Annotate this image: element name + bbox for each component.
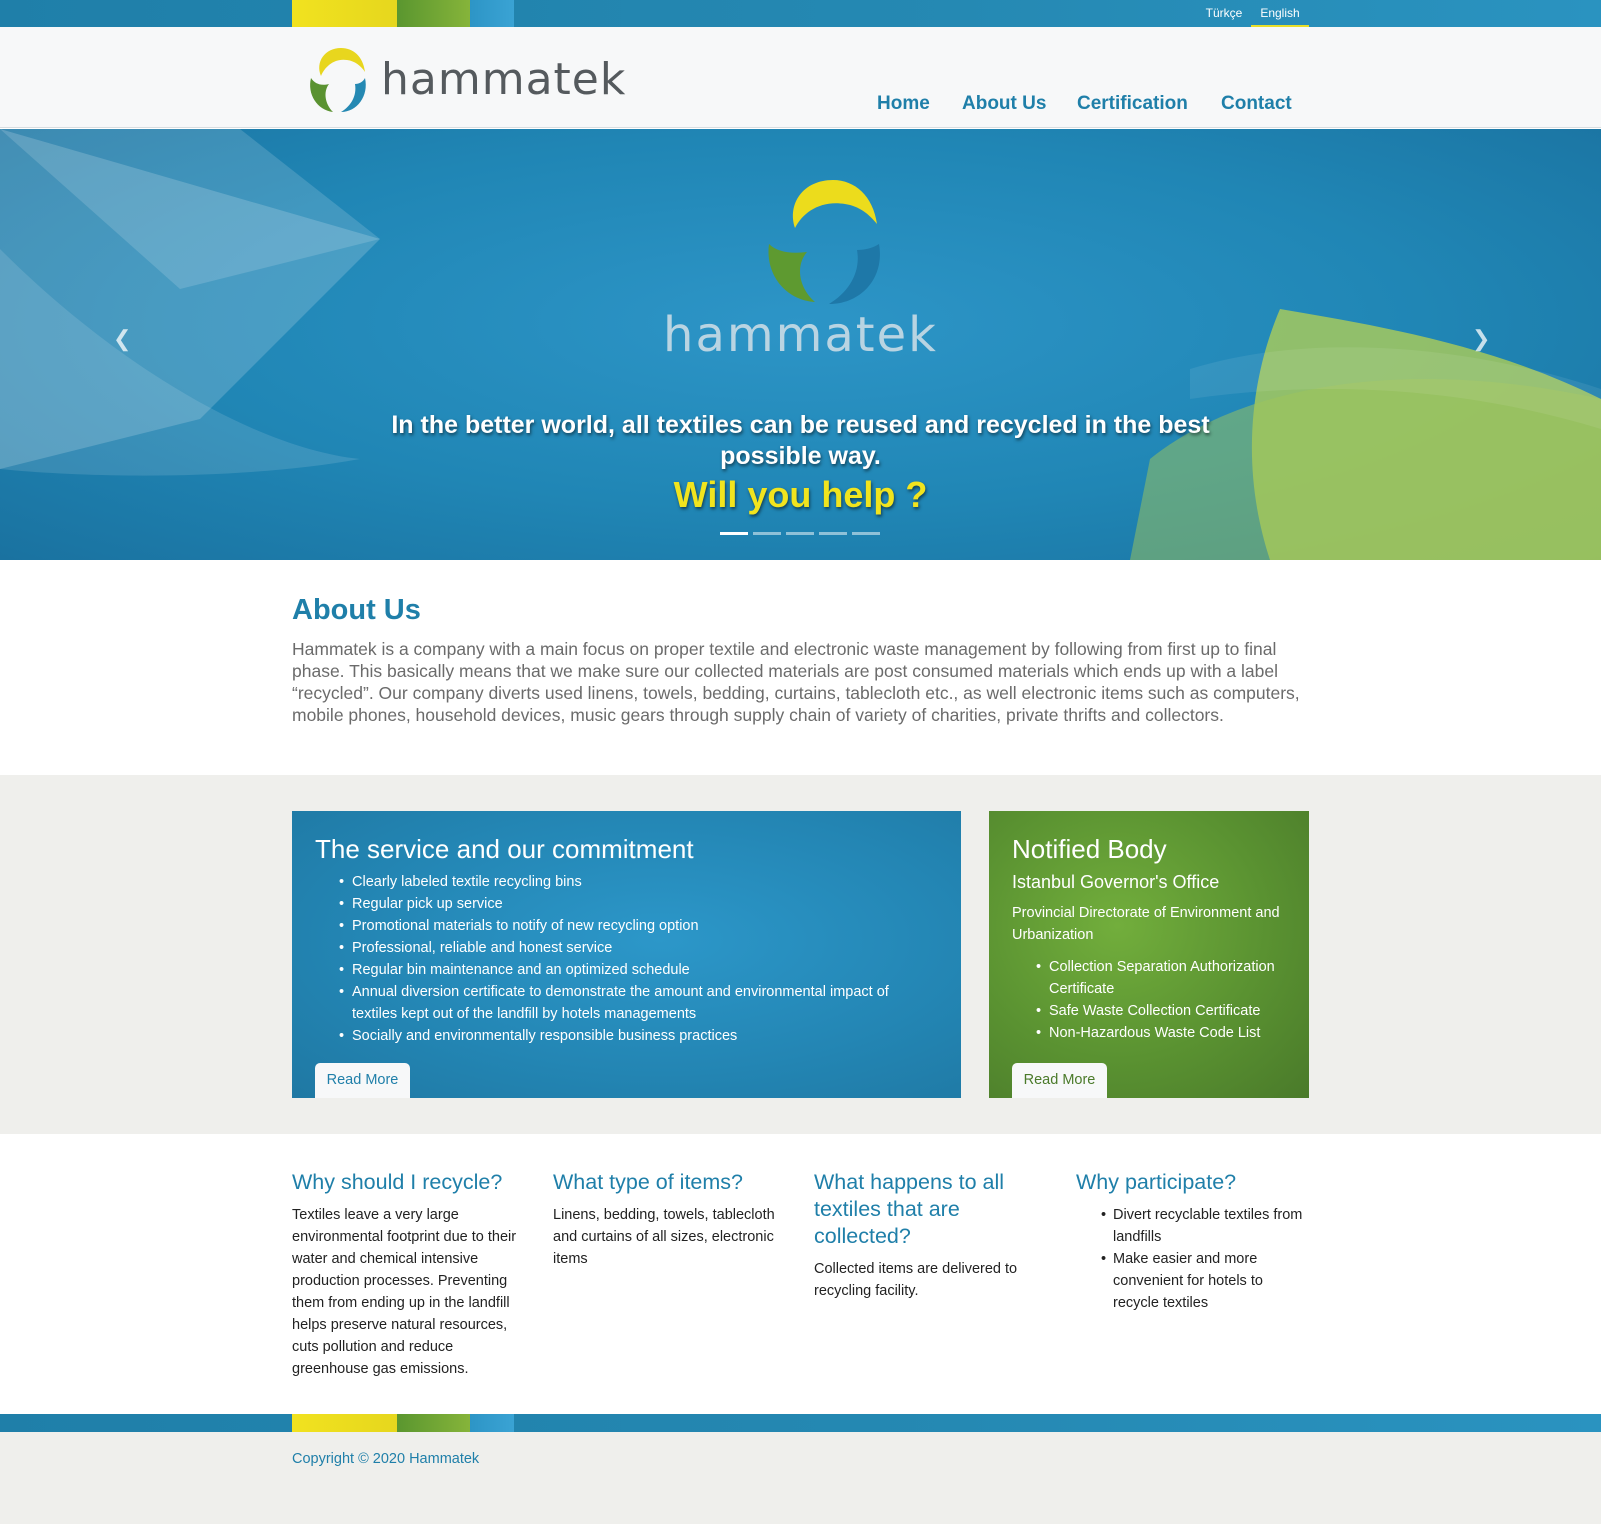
service-card-title: The service and our commitment — [315, 834, 694, 864]
site-logo[interactable]: hammatek — [303, 44, 625, 116]
list-item: Divert recyclable textiles from landfill… — [1101, 1204, 1308, 1248]
language-turkish-link[interactable]: Türkçe — [1196, 0, 1252, 27]
column-title: Why should I recycle? — [292, 1170, 503, 1194]
column-title: What happens to all textiles that are co… — [814, 1170, 1005, 1248]
hero-tagline: In the better world, all textiles can be… — [391, 411, 1210, 470]
column-title: What type of items? — [553, 1170, 743, 1194]
hero-swirl-logo-icon — [768, 180, 880, 304]
list-item: Promotional materials to notify of new r… — [339, 915, 912, 937]
column-list: Divert recyclable textiles from landfill… — [1076, 1204, 1308, 1314]
list-item: Annual diversion certificate to demonstr… — [339, 981, 912, 1025]
carousel-indicators — [720, 532, 880, 535]
yellow-stripe — [292, 0, 397, 27]
logo-text: hammatek — [381, 54, 627, 105]
nav-home[interactable]: Home — [877, 93, 930, 115]
list-item: Regular pick up service — [339, 893, 912, 915]
blue-stripe — [470, 0, 514, 27]
footer-bar — [0, 1414, 1601, 1432]
nav-about-us[interactable]: About Us — [962, 93, 1046, 115]
list-item: Professional, reliable and honest servic… — [339, 937, 912, 959]
info-column-why-recycle: Why should I recycle? Textiles leave a v… — [292, 1169, 524, 1380]
info-column-item-types: What type of items? Linens, bedding, tow… — [553, 1169, 785, 1270]
notified-body-card: Notified Body Istanbul Governor's Office… — [989, 811, 1309, 1098]
chevron-right-icon[interactable]: ❯ — [1472, 326, 1490, 352]
blue-stripe — [470, 1414, 514, 1432]
copyright-text: Copyright © 2020 Hammatek — [292, 1451, 480, 1467]
top-bar: Türkçe English — [0, 0, 1601, 27]
list-item: Safe Waste Collection Certificate — [1036, 1000, 1299, 1022]
info-column-why-participate: Why participate? Divert recyclable texti… — [1076, 1169, 1308, 1314]
notified-body-title: Notified Body — [1012, 834, 1167, 864]
hero-brand-text: hammatek — [663, 307, 938, 363]
carousel-dot[interactable] — [819, 532, 847, 535]
service-list: Clearly labeled textile recycling bins R… — [339, 871, 912, 1047]
hero-cta: Will you help ? — [673, 474, 928, 515]
carousel-dot[interactable] — [753, 532, 781, 535]
site-header: hammatek Home About Us Certification Con… — [0, 27, 1601, 128]
list-item: Collection Separation Authorization Cert… — [1036, 956, 1299, 1000]
site-footer: Copyright © 2020 Hammatek — [0, 1432, 1601, 1524]
list-item: Socially and environmentally responsible… — [339, 1025, 912, 1047]
column-title: Why participate? — [1076, 1170, 1237, 1194]
green-stripe — [397, 0, 470, 27]
column-text: Collected items are delivered to recycli… — [814, 1261, 1018, 1299]
certificate-list: Collection Separation Authorization Cert… — [1036, 956, 1299, 1044]
service-card: The service and our commitment Clearly l… — [292, 811, 961, 1098]
language-english-link[interactable]: English — [1251, 0, 1309, 27]
column-text: Linens, bedding, towels, tablecloth and … — [553, 1207, 775, 1267]
chevron-left-icon[interactable]: ❮ — [113, 326, 131, 352]
list-item: Regular bin maintenance and an optimized… — [339, 959, 912, 981]
list-item: Non-Hazardous Waste Code List — [1036, 1022, 1299, 1044]
nav-contact[interactable]: Contact — [1221, 93, 1292, 115]
yellow-stripe — [292, 1414, 397, 1432]
carousel-dot[interactable] — [786, 532, 814, 535]
list-item: Make easier and more convenient for hote… — [1101, 1248, 1308, 1314]
list-item: Clearly labeled textile recycling bins — [339, 871, 912, 893]
green-stripe — [397, 1414, 470, 1432]
service-read-more-button[interactable]: Read More — [315, 1063, 410, 1098]
info-column-what-happens: What happens to all textiles that are co… — [814, 1169, 1046, 1302]
hero-carousel: hammatek In the better world, all textil… — [0, 129, 1601, 560]
carousel-dot[interactable] — [852, 532, 880, 535]
notified-read-more-button[interactable]: Read More — [1012, 1063, 1107, 1098]
swirl-logo-icon — [310, 48, 366, 112]
notified-body-subtitle: Istanbul Governor's Office — [1012, 872, 1220, 892]
carousel-dot[interactable] — [720, 532, 748, 535]
about-title: About Us — [292, 594, 421, 626]
notified-body-description: Provincial Directorate of Environment an… — [1012, 905, 1280, 943]
nav-certification[interactable]: Certification — [1077, 93, 1188, 115]
column-text: Textiles leave a very large environmenta… — [292, 1207, 517, 1377]
about-text: Hammatek is a company with a main focus … — [292, 639, 1300, 725]
